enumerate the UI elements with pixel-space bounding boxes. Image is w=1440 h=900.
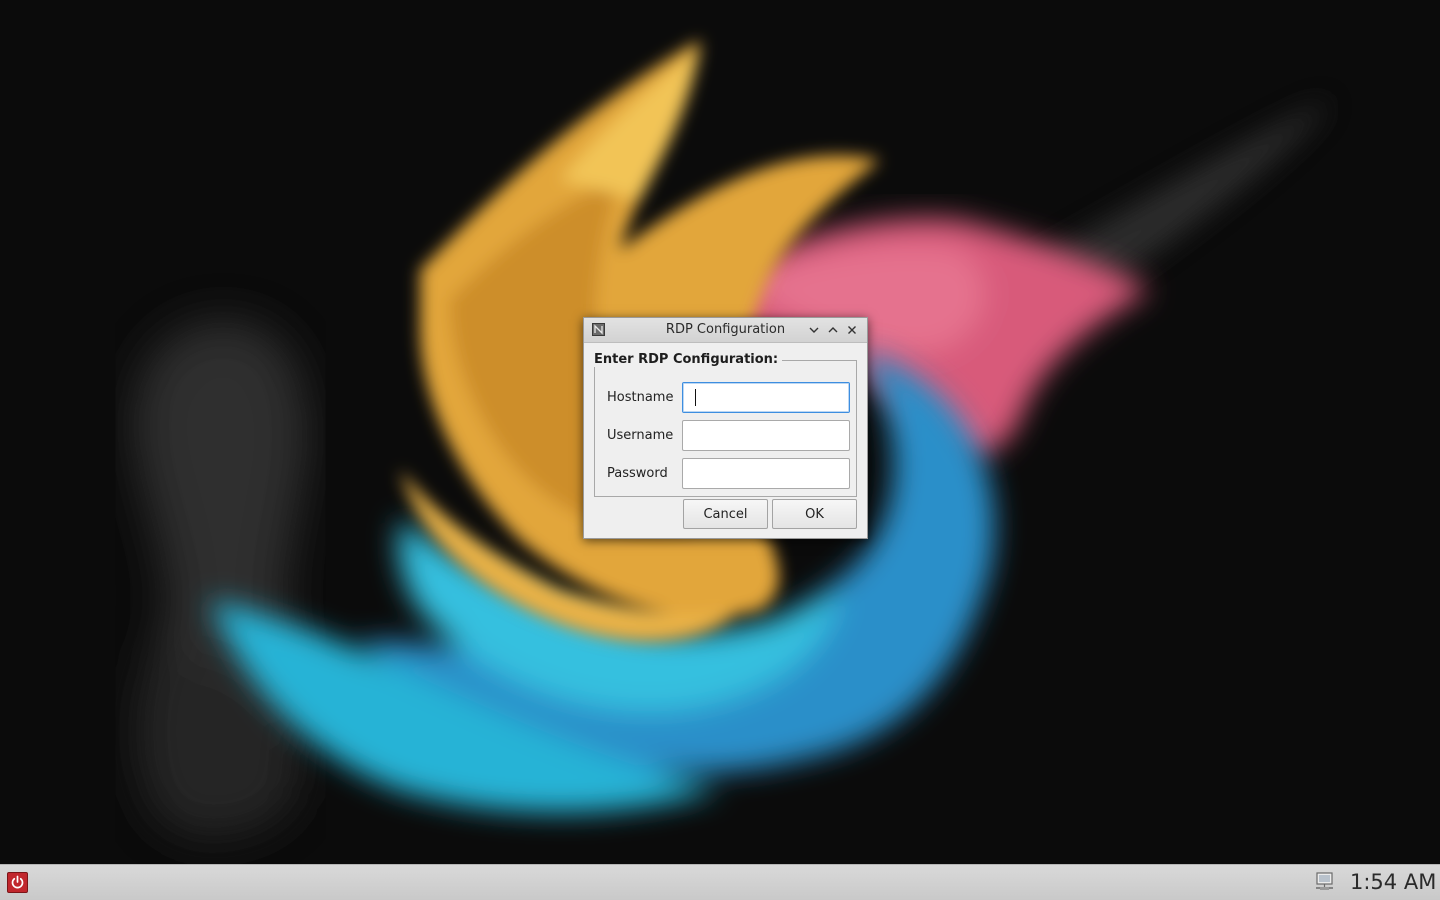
clock[interactable]: 1:54 AM (1350, 870, 1436, 894)
text-caret (695, 389, 696, 406)
password-input[interactable] (682, 458, 850, 489)
network-icon[interactable] (1314, 872, 1336, 896)
hostname-input[interactable] (682, 382, 850, 413)
maximize-button[interactable] (825, 322, 841, 338)
chevron-up-icon (828, 327, 838, 333)
taskbar: 1:54 AM (0, 864, 1440, 900)
window-titlebar[interactable]: RDP Configuration (584, 318, 867, 343)
close-button[interactable] (844, 322, 860, 338)
username-label: Username (607, 428, 674, 443)
minimize-button[interactable] (806, 322, 822, 338)
hostname-label: Hostname (607, 390, 674, 405)
ok-button[interactable]: OK (772, 499, 857, 529)
group-title: Enter RDP Configuration: (594, 352, 783, 367)
password-label: Password (607, 466, 668, 481)
username-input[interactable] (682, 420, 850, 451)
close-icon (848, 326, 856, 334)
rdp-configuration-dialog: RDP Configuration Enter RDP Configuratio… (583, 317, 868, 539)
desktop: RDP Configuration Enter RDP Configuratio… (0, 0, 1440, 864)
chevron-down-icon (809, 327, 819, 333)
power-icon (11, 875, 24, 889)
cancel-button[interactable]: Cancel (683, 499, 768, 529)
start-menu-button[interactable] (7, 872, 28, 893)
